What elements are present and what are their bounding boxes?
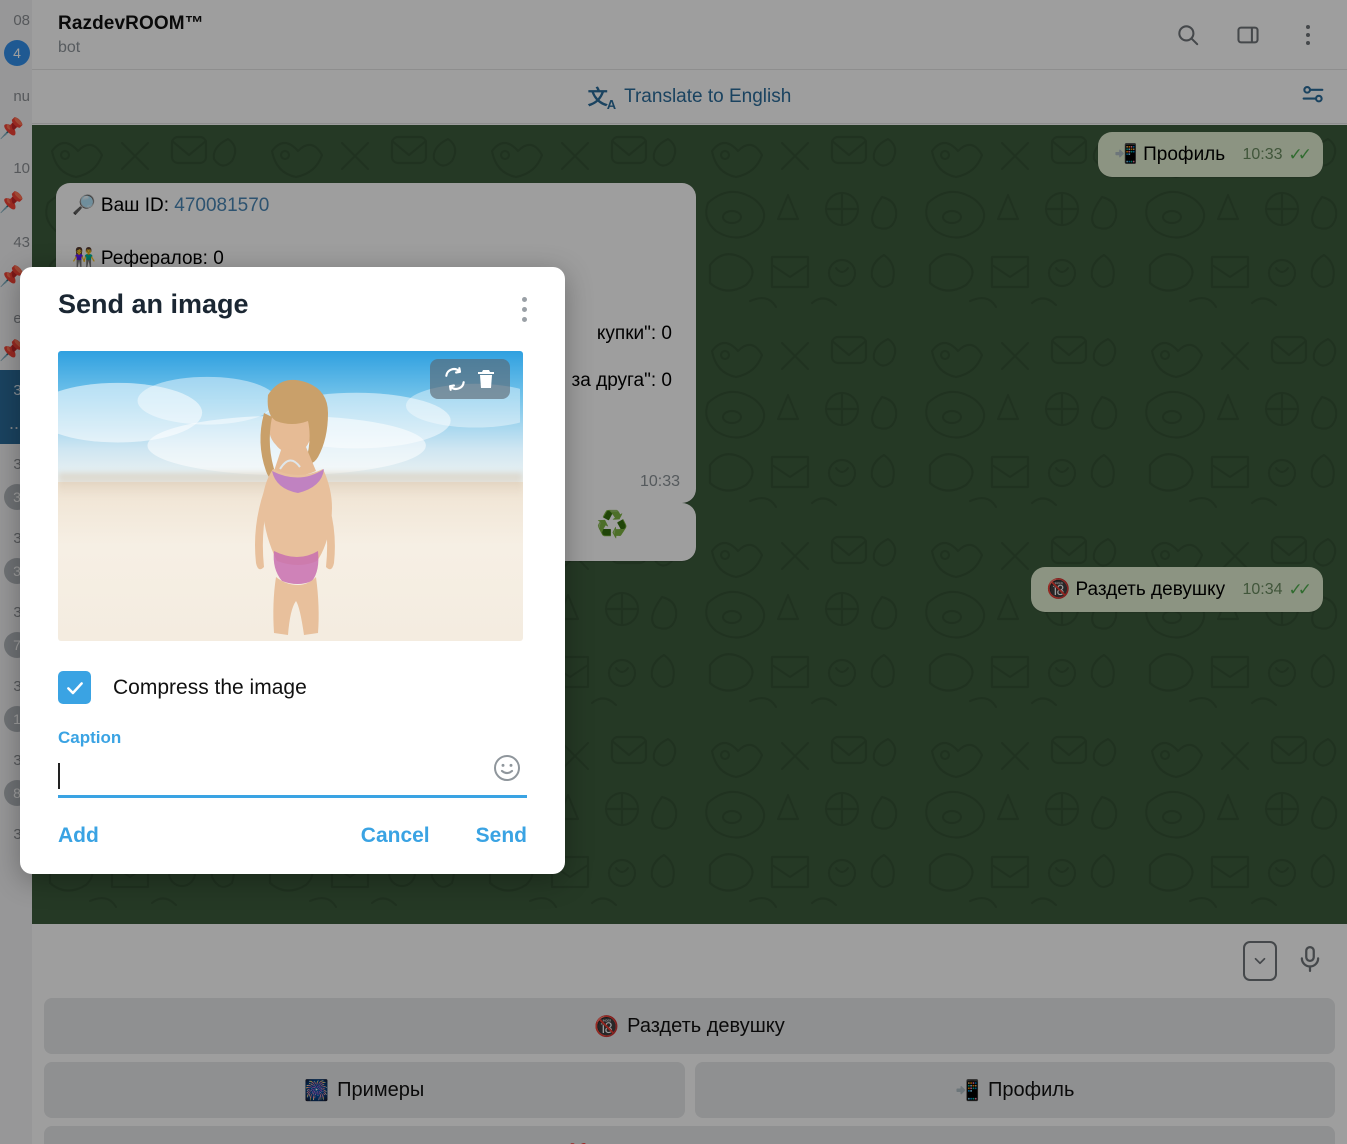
replace-image-icon[interactable] [442,366,468,392]
image-actions-toolbar [430,359,510,399]
add-button[interactable]: Add [58,824,99,848]
send-image-dialog: Send an image Compress the image Caption… [20,267,565,874]
image-preview[interactable] [58,351,523,641]
compress-row: Compress the image [58,671,527,704]
caption-label: Caption [58,728,122,747]
cancel-button[interactable]: Cancel [361,824,430,848]
dialog-header: Send an image [58,289,527,322]
send-button[interactable]: Send [476,824,527,848]
dialog-actions: Add Cancel Send [58,824,527,848]
compress-label: Compress the image [113,675,307,699]
compress-checkbox[interactable] [58,671,91,704]
telegram-window: 08 4 nu 📌 10 📌 43 📌 ed 📌 34 ... 33 3 33 [0,0,1347,1144]
kebab-menu-icon[interactable] [522,289,527,322]
caption-field-wrap: Caption [58,728,527,798]
caption-input[interactable] [60,764,527,787]
caption-field[interactable] [58,755,527,798]
page-title: Send an image [58,289,249,319]
smiley-icon[interactable] [491,752,523,789]
trash-icon[interactable] [474,366,498,392]
